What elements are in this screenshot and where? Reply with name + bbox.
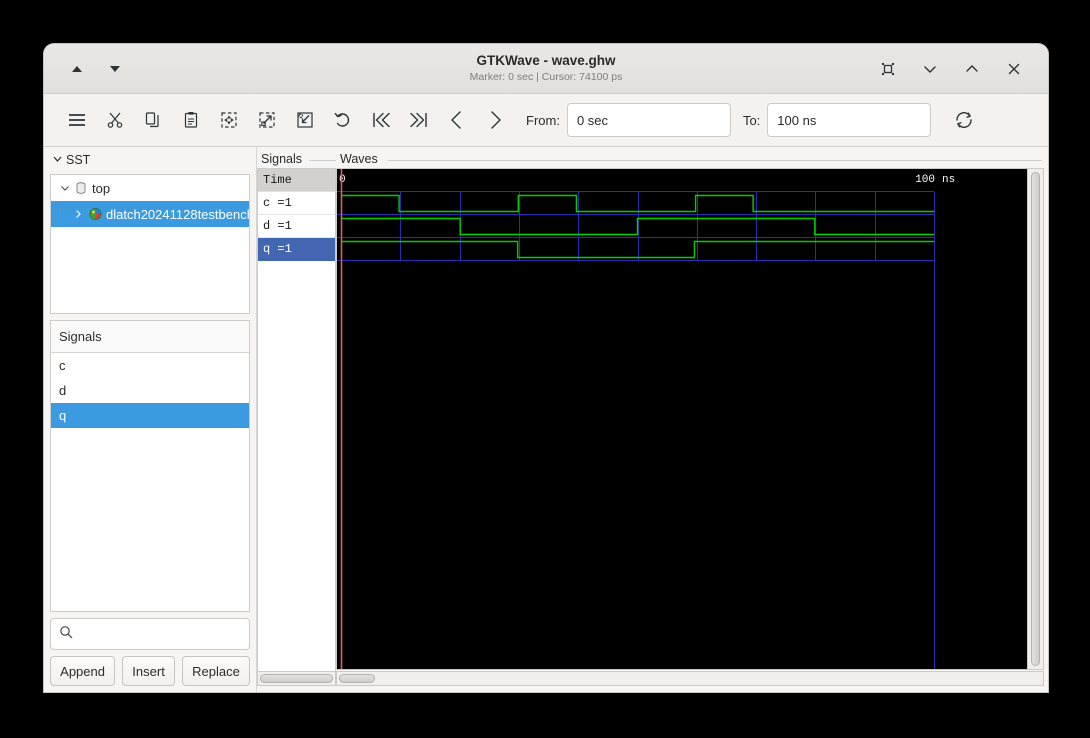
- wave-signals-hscrollbar[interactable]: [257, 671, 336, 686]
- chevron-up-icon[interactable]: [962, 59, 982, 79]
- chevron-down-icon: [52, 153, 63, 167]
- waveform-header: Waves: [336, 152, 1044, 168]
- from-label: From:: [526, 112, 560, 128]
- title-bar-left-controls: [56, 60, 124, 78]
- zoom-fit-icon[interactable]: [210, 102, 248, 138]
- clipboard-paste-icon[interactable]: [172, 102, 210, 138]
- zoom-out-icon[interactable]: [286, 102, 324, 138]
- restore-window-icon[interactable]: [878, 59, 898, 79]
- window-title: GTKWave - wave.ghw: [476, 53, 616, 68]
- scrollbar-thumb[interactable]: [1031, 172, 1040, 666]
- sst-header-label: SST: [66, 153, 91, 167]
- waveform-pane: Waves 0 100 ns: [336, 147, 1048, 692]
- triangle-down-icon[interactable]: [106, 60, 124, 78]
- append-button[interactable]: Append: [50, 656, 116, 686]
- prev-edge-icon[interactable]: [438, 102, 476, 138]
- undo-icon[interactable]: [324, 102, 362, 138]
- wave-row-c[interactable]: c =1: [258, 192, 335, 215]
- search-icon: [59, 625, 73, 644]
- signal-list-item-d[interactable]: d: [51, 378, 249, 403]
- signal-list-item-label: c: [59, 358, 66, 373]
- scrollbar-thumb[interactable]: [339, 674, 375, 683]
- waveform-canvas[interactable]: 0 100 ns: [337, 169, 1027, 669]
- main-toolbar: From: To:: [44, 94, 1048, 147]
- triangle-up-icon[interactable]: [68, 60, 86, 78]
- signal-list-item-c[interactable]: c: [51, 353, 249, 378]
- search-input[interactable]: [79, 625, 241, 643]
- goto-end-icon[interactable]: [400, 102, 438, 138]
- scissors-icon[interactable]: [96, 102, 134, 138]
- cylinder-icon: [74, 181, 88, 195]
- wave-row-d[interactable]: d =1: [258, 215, 335, 238]
- chevron-down-icon[interactable]: [57, 183, 73, 193]
- signal-list-item-label: q: [59, 408, 67, 423]
- window-controls: [878, 59, 1036, 79]
- waveform-svg[interactable]: 0 100 ns: [337, 169, 1023, 669]
- window-subtitle: Marker: 0 sec | Cursor: 74100 ps: [469, 71, 623, 83]
- wave-row-time: Time: [258, 169, 335, 192]
- zoom-in-icon[interactable]: [248, 102, 286, 138]
- chevron-right-icon[interactable]: [71, 209, 86, 219]
- signal-list-item-q[interactable]: q: [51, 403, 249, 428]
- tree-indent-guide: [57, 201, 71, 227]
- svg-text:100: 100: [915, 174, 935, 186]
- tree-item-label: dlatch20241128testbench: [106, 206, 249, 222]
- copy-icon[interactable]: [134, 102, 172, 138]
- reload-icon[interactable]: [945, 102, 983, 138]
- wave-row-label: c =1: [263, 196, 292, 210]
- title-bar: GTKWave - wave.ghw Marker: 0 sec | Curso…: [44, 44, 1048, 94]
- window-body: SST top dlatch20241128testbench Signals …: [44, 147, 1048, 692]
- to-input[interactable]: [767, 103, 932, 137]
- replace-button[interactable]: Replace: [181, 656, 250, 686]
- waveform-viewport: 0 100 ns: [336, 168, 1044, 670]
- wave-row-q[interactable]: q =1: [258, 238, 335, 261]
- wave-signals-list[interactable]: Time c =1 d =1 q =1: [257, 168, 336, 671]
- next-edge-icon[interactable]: [476, 102, 514, 138]
- tree-item-label: top: [92, 180, 111, 196]
- tree-item-dlatch-testbench[interactable]: dlatch20241128testbench: [51, 201, 249, 227]
- signal-action-buttons: Append Insert Replace: [50, 656, 250, 686]
- tree-item-top[interactable]: top: [51, 175, 249, 201]
- waveform-hscrollbar[interactable]: [336, 671, 1044, 686]
- scrollbar-thumb[interactable]: [260, 674, 333, 683]
- signals-list-header: Signals: [51, 321, 249, 353]
- left-pane: SST top dlatch20241128testbench Signals …: [44, 147, 256, 692]
- goto-start-icon[interactable]: [362, 102, 400, 138]
- wave-signals-header: Signals: [257, 152, 336, 168]
- svg-text:ns: ns: [942, 174, 955, 186]
- signals-list-panel: Signals c d q: [50, 320, 250, 612]
- signal-list-item-label: d: [59, 383, 67, 398]
- insert-button[interactable]: Insert: [122, 656, 175, 686]
- from-input[interactable]: [566, 103, 731, 137]
- module-sphere-icon: [88, 207, 103, 222]
- hamburger-menu-icon[interactable]: [58, 102, 96, 138]
- chevron-down-icon[interactable]: [920, 59, 940, 79]
- gtkwave-window: GTKWave - wave.ghw Marker: 0 sec | Curso…: [44, 44, 1048, 692]
- wave-row-label: Time: [263, 173, 292, 187]
- to-label: To:: [742, 112, 761, 128]
- sst-tree[interactable]: top dlatch20241128testbench: [50, 174, 250, 314]
- svg-text:0: 0: [339, 174, 346, 186]
- wave-row-label: d =1: [263, 219, 292, 233]
- wave-signals-pane: Signals Time c =1 d =1 q =1: [256, 147, 336, 692]
- wave-row-label: q =1: [263, 242, 292, 256]
- close-icon[interactable]: [1004, 59, 1024, 79]
- search-box[interactable]: [50, 618, 250, 650]
- sst-header[interactable]: SST: [50, 152, 250, 168]
- waveform-vscrollbar[interactable]: [1027, 169, 1043, 669]
